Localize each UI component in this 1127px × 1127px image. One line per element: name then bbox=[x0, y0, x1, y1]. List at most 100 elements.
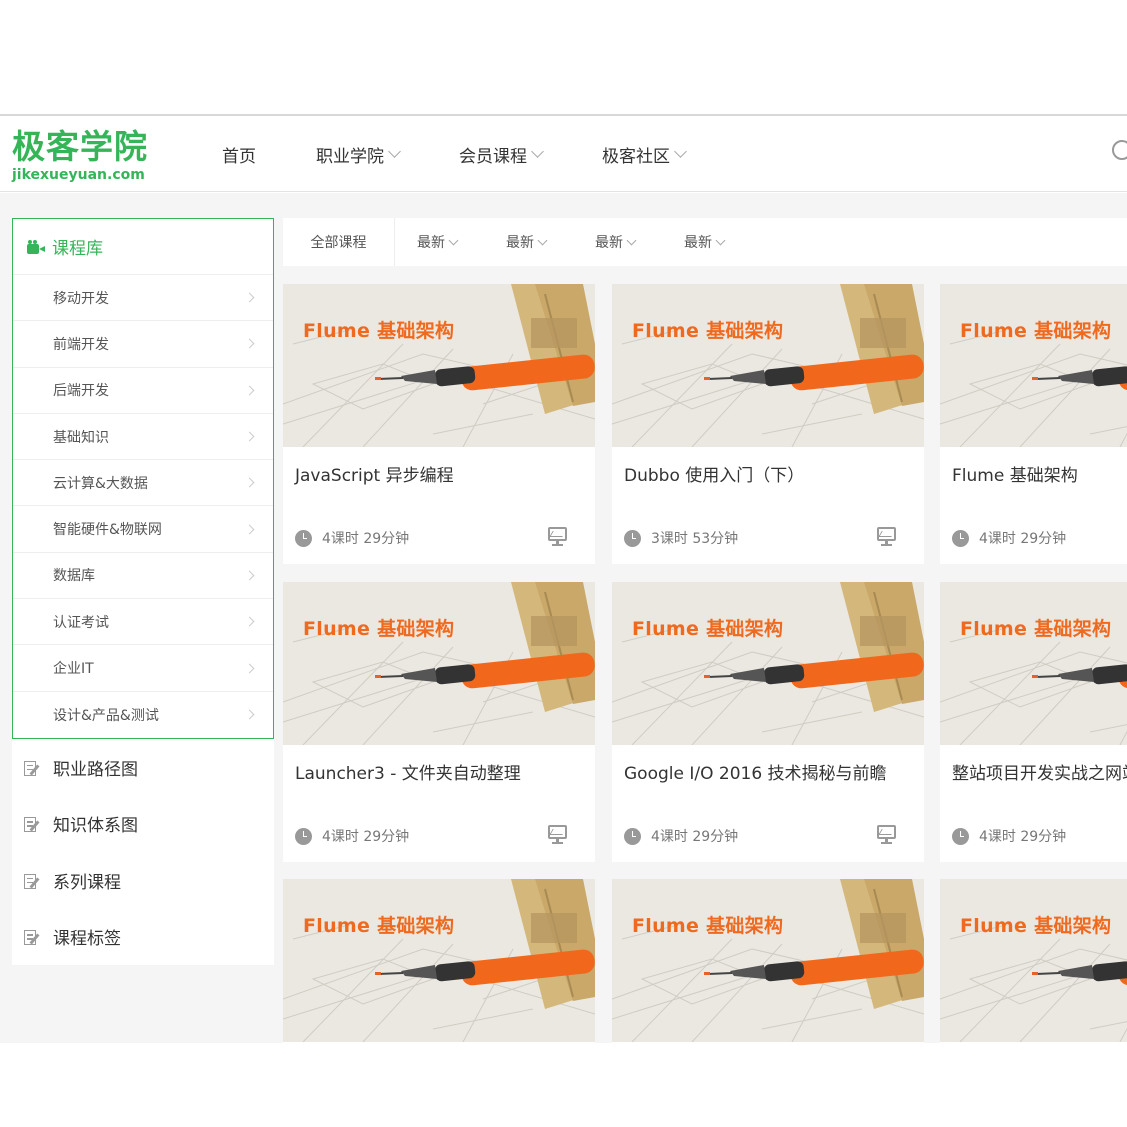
edit-doc-icon bbox=[24, 759, 42, 776]
category-label: 设计&产品&测试 bbox=[53, 707, 159, 724]
sidebar-item-series[interactable]: 系列课程 bbox=[12, 852, 274, 909]
sidebar: 课程库 移动开发 前端开发 后端开发 基础知识 云计算&大数据 智能硬件&物联网… bbox=[12, 218, 274, 965]
tab-label: 最新 bbox=[684, 235, 712, 251]
clock-icon bbox=[295, 529, 312, 547]
chevron-right-icon bbox=[244, 663, 255, 673]
course-duration: 4课时 29分钟 bbox=[952, 528, 1066, 548]
level-chart-icon bbox=[547, 824, 569, 844]
tab-sort[interactable]: 最新 bbox=[662, 218, 751, 266]
course-title: Launcher3 - 文件夹自动整理 bbox=[295, 764, 521, 784]
nav-label: 极客社区 bbox=[602, 146, 670, 167]
course-card[interactable]: Flume 基础架构 JavaScript 异步编程 4课时 29分钟 bbox=[283, 284, 595, 564]
category-label: 企业IT bbox=[53, 661, 94, 678]
nav-member-courses[interactable]: 会员课程 bbox=[459, 142, 544, 167]
category-item[interactable]: 后端开发 bbox=[13, 368, 273, 414]
sidebar-item-tags[interactable]: 课程标签 bbox=[12, 908, 274, 965]
category-label: 云计算&大数据 bbox=[53, 475, 148, 492]
sidebar-item-knowledge-map[interactable]: 知识体系图 bbox=[12, 795, 274, 852]
course-thumbnail: Flume 基础架构 bbox=[612, 582, 924, 745]
tab-sort[interactable]: 最新 bbox=[395, 218, 484, 266]
tab-label: 最新 bbox=[506, 235, 534, 251]
category-item[interactable]: 基础知识 bbox=[13, 414, 273, 461]
nav-career-college[interactable]: 职业学院 bbox=[316, 142, 401, 167]
level-chart-icon bbox=[876, 526, 898, 546]
course-library-panel: 课程库 移动开发 前端开发 后端开发 基础知识 云计算&大数据 智能硬件&物联网… bbox=[12, 218, 274, 739]
sidebar-link-label: 系列课程 bbox=[53, 872, 121, 893]
clock-icon bbox=[624, 827, 641, 845]
course-title: JavaScript 异步编程 bbox=[295, 466, 454, 486]
course-thumbnail: Flume 基础架构 bbox=[283, 284, 595, 447]
course-card[interactable]: Flume 基础架构 bbox=[940, 879, 1127, 1043]
filter-tabs: 全部课程 最新 最新 最新 最新 bbox=[283, 218, 1127, 266]
pen-clothespin-illustration bbox=[283, 284, 595, 447]
course-card[interactable]: Flume 基础架构 Flume 基础架构 4课时 29分钟 bbox=[940, 284, 1127, 564]
nav-home[interactable]: 首页 bbox=[222, 142, 256, 167]
duration-text: 4课时 29分钟 bbox=[979, 531, 1067, 547]
duration-text: 4课时 29分钟 bbox=[979, 829, 1067, 845]
category-item[interactable]: 认证考试 bbox=[13, 599, 273, 646]
course-card[interactable]: Flume 基础架构 bbox=[283, 879, 595, 1043]
thumbnail-title: Flume 基础架构 bbox=[632, 320, 784, 342]
sidebar-link-label: 职业路径图 bbox=[53, 759, 138, 780]
tab-all-courses[interactable]: 全部课程 bbox=[283, 218, 395, 266]
pen-clothespin-illustration bbox=[283, 582, 595, 745]
course-card[interactable]: Flume 基础架构 Launcher3 - 文件夹自动整理 4课时 29分钟 bbox=[283, 582, 595, 862]
clock-icon bbox=[624, 529, 641, 547]
category-label: 智能硬件&物联网 bbox=[53, 522, 162, 539]
category-label: 数据库 bbox=[53, 568, 95, 585]
tab-sort[interactable]: 最新 bbox=[573, 218, 662, 266]
chevron-down-icon bbox=[531, 145, 544, 158]
video-camera-icon bbox=[27, 239, 45, 254]
duration-text: 4课时 29分钟 bbox=[651, 829, 739, 845]
course-title: Dubbo 使用入门（下） bbox=[624, 466, 805, 486]
course-thumbnail: Flume 基础架构 bbox=[612, 284, 924, 447]
course-thumbnail: Flume 基础架构 bbox=[940, 879, 1127, 1042]
thumbnail-title: Flume 基础架构 bbox=[303, 915, 455, 937]
course-thumbnail: Flume 基础架构 bbox=[612, 879, 924, 1042]
category-item[interactable]: 前端开发 bbox=[13, 321, 273, 368]
chevron-right-icon bbox=[244, 570, 255, 581]
category-item[interactable]: 移动开发 bbox=[13, 275, 273, 322]
thumbnail-title: Flume 基础架构 bbox=[303, 618, 455, 640]
site-logo[interactable]: 极客学院 jikexueyuan.com bbox=[12, 128, 162, 184]
thumbnail-title: Flume 基础架构 bbox=[960, 618, 1112, 640]
course-thumbnail: Flume 基础架构 bbox=[283, 879, 595, 1042]
sidebar-links: 职业路径图 知识体系图 系列课程 课程标签 bbox=[12, 738, 274, 965]
clock-icon bbox=[295, 827, 312, 845]
pen-clothespin-illustration bbox=[612, 284, 924, 447]
level-chart-icon bbox=[876, 824, 898, 844]
nav-community[interactable]: 极客社区 bbox=[602, 142, 687, 167]
category-item[interactable]: 云计算&大数据 bbox=[13, 460, 273, 507]
category-item[interactable]: 智能硬件&物联网 bbox=[13, 506, 273, 553]
tab-label: 全部课程 bbox=[310, 235, 367, 251]
course-title: 整站项目开发实战之网站搭建 bbox=[952, 764, 1127, 784]
thumbnail-title: Flume 基础架构 bbox=[960, 320, 1112, 342]
nav-label: 会员课程 bbox=[459, 146, 527, 167]
course-card[interactable]: Flume 基础架构 bbox=[612, 879, 924, 1043]
thumbnail-title: Flume 基础架构 bbox=[632, 915, 784, 937]
course-library-header[interactable]: 课程库 bbox=[13, 219, 273, 275]
search-icon[interactable] bbox=[1112, 140, 1127, 160]
category-item[interactable]: 数据库 bbox=[13, 553, 273, 600]
course-card[interactable]: Flume 基础架构 Google I/O 2016 技术揭秘与前瞻 4课时 2… bbox=[612, 582, 924, 862]
chevron-down-icon bbox=[715, 235, 726, 245]
course-card[interactable]: Flume 基础架构 Dubbo 使用入门（下） 3课时 53分钟 bbox=[612, 284, 924, 564]
clock-icon bbox=[952, 529, 969, 547]
chevron-right-icon bbox=[244, 616, 255, 627]
sidebar-link-label: 知识体系图 bbox=[53, 816, 138, 837]
level-chart-icon bbox=[547, 526, 569, 546]
course-card[interactable]: Flume 基础架构 整站项目开发实战之网站搭建 4课时 29分钟 bbox=[940, 582, 1127, 862]
course-thumbnail: Flume 基础架构 bbox=[940, 284, 1127, 447]
category-item[interactable]: 企业IT bbox=[13, 645, 273, 692]
category-item[interactable]: 设计&产品&测试 bbox=[13, 692, 273, 738]
clock-icon bbox=[952, 827, 969, 845]
tab-sort[interactable]: 最新 bbox=[484, 218, 573, 266]
logo-text: 极客学院 bbox=[12, 127, 148, 166]
category-label: 前端开发 bbox=[53, 336, 109, 353]
sidebar-item-career-path[interactable]: 职业路径图 bbox=[12, 739, 274, 796]
pen-clothespin-illustration bbox=[612, 879, 924, 1042]
course-title: Flume 基础架构 bbox=[952, 466, 1078, 486]
course-thumbnail: Flume 基础架构 bbox=[940, 582, 1127, 745]
category-label: 后端开发 bbox=[53, 383, 109, 400]
chevron-down-icon bbox=[626, 235, 637, 245]
